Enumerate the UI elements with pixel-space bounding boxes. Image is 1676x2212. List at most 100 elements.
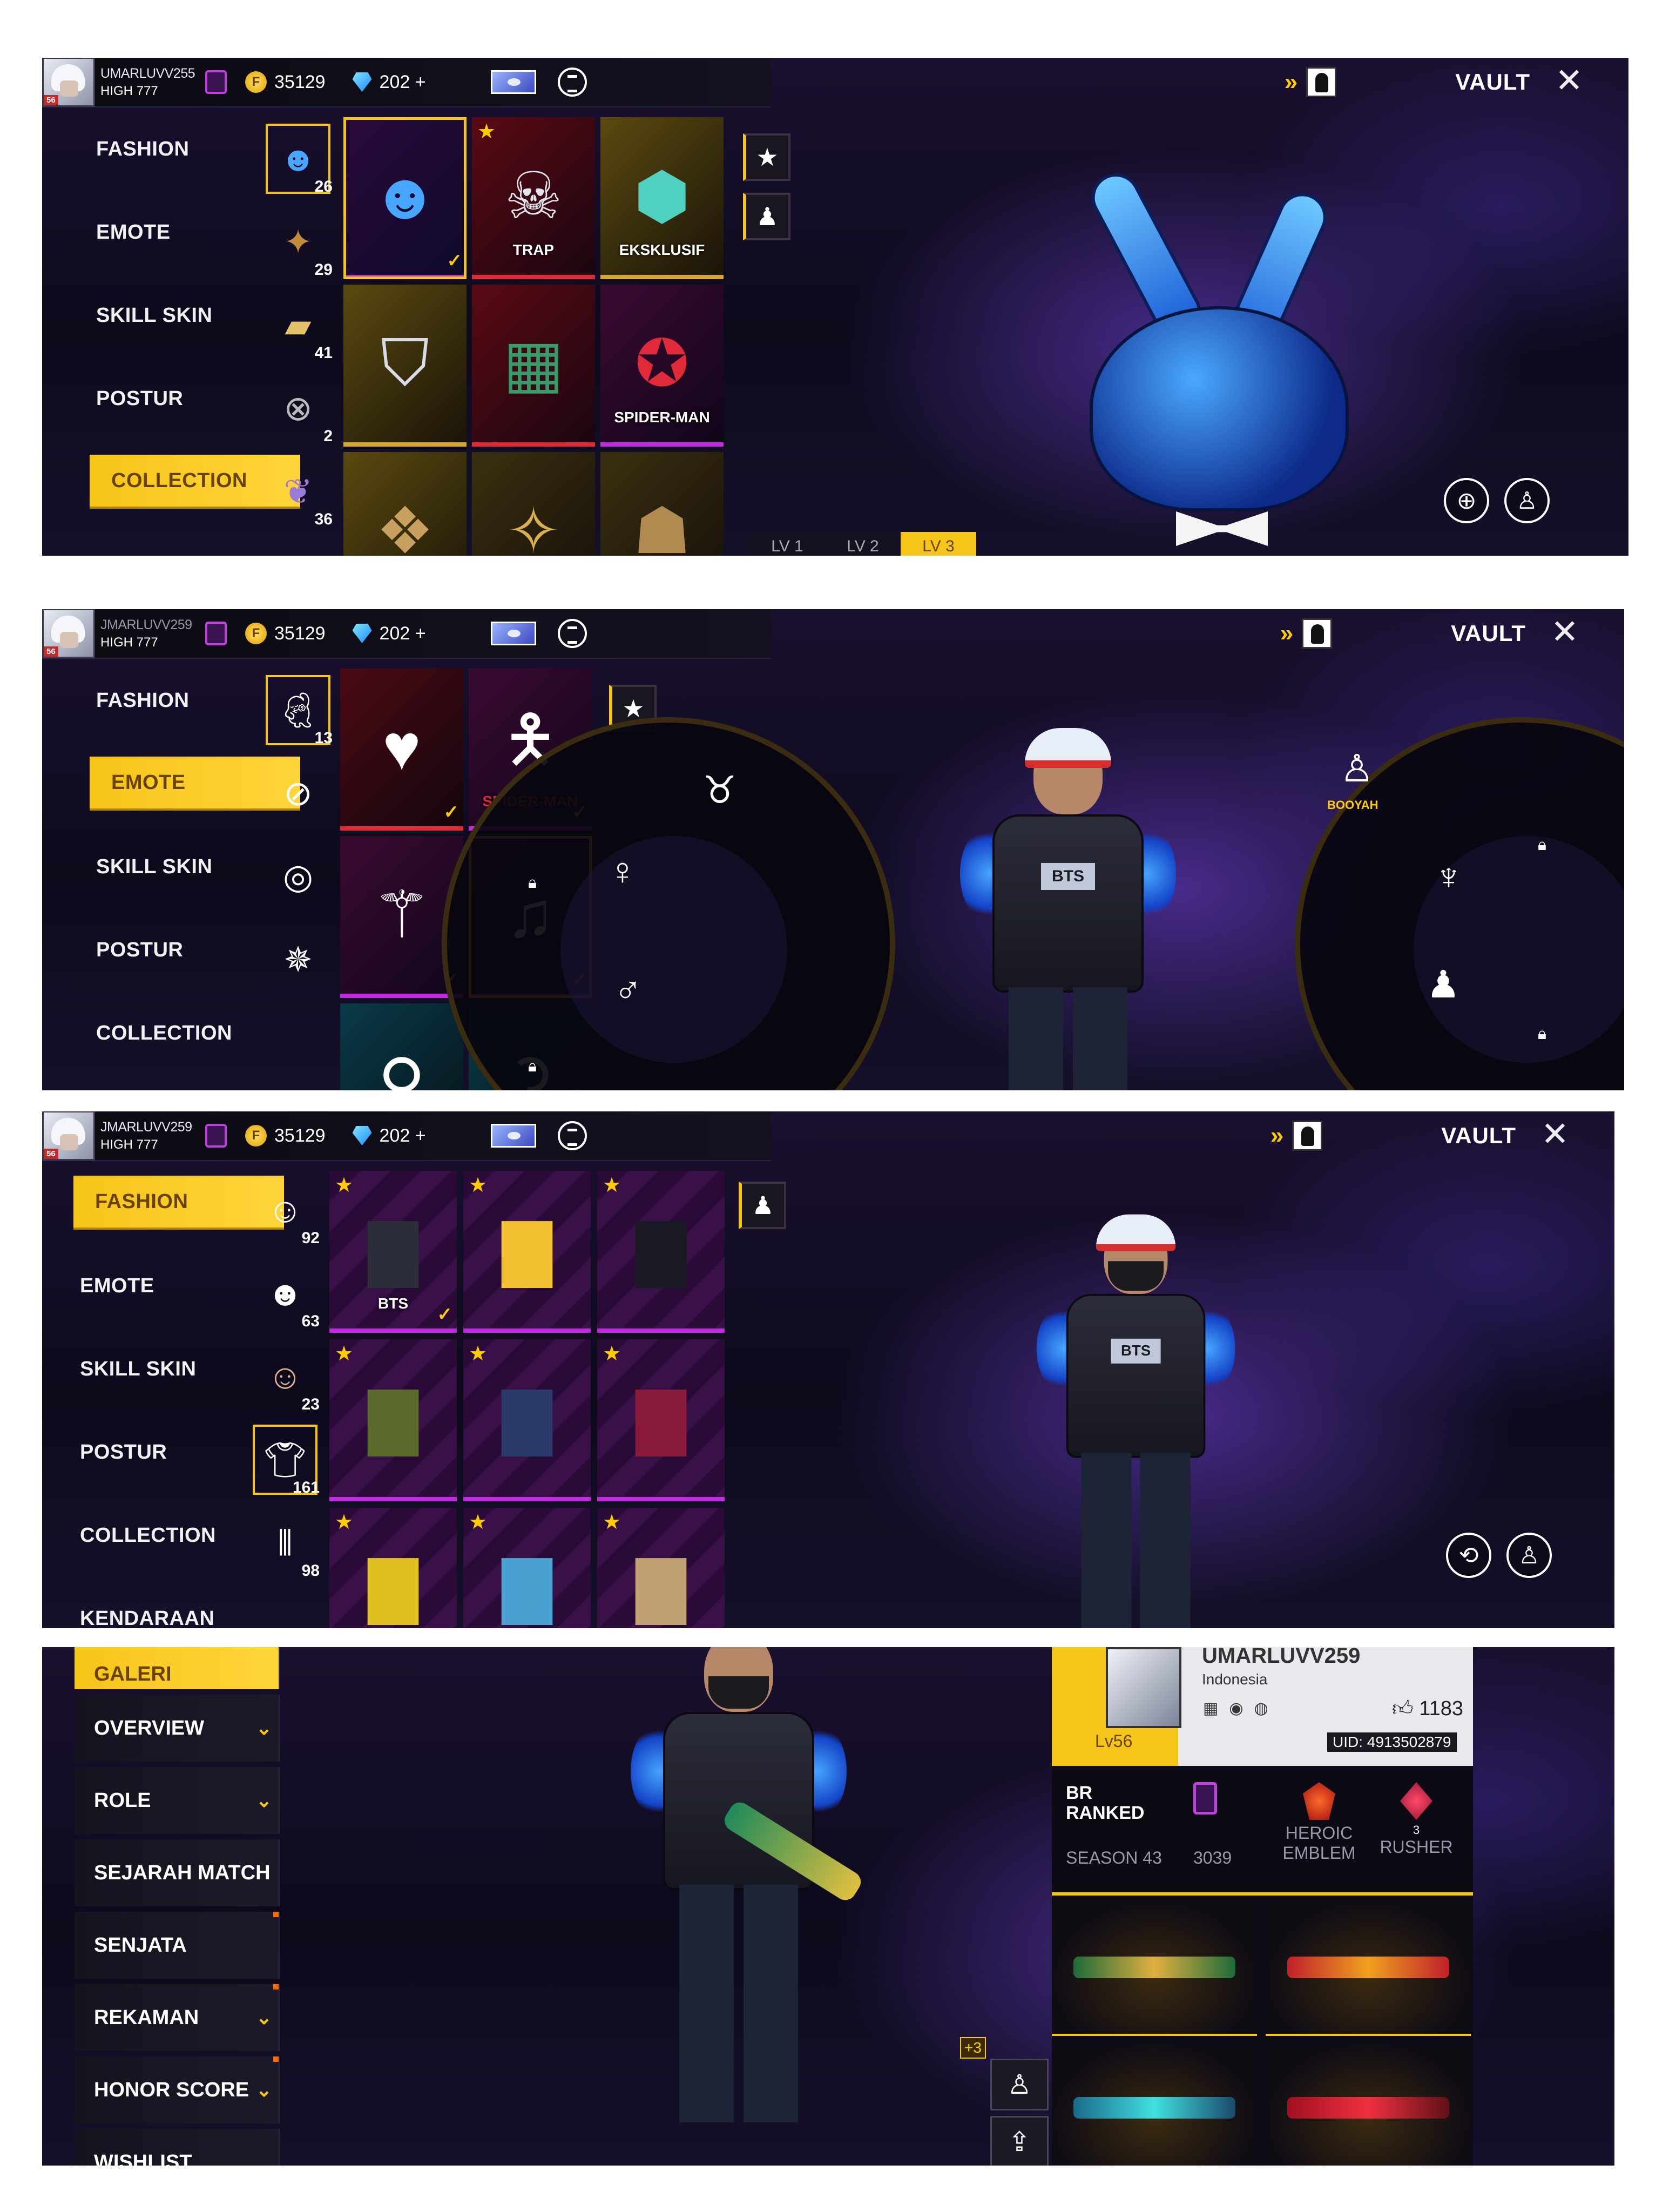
- subcategory-item[interactable]: ☻ 63: [247, 1252, 323, 1335]
- item-tile[interactable]: ⬢ EKSKLUSIF: [600, 117, 724, 279]
- menu-skill-skin[interactable]: SKILL SKIN: [42, 274, 258, 357]
- menu-postur[interactable]: POSTUR: [42, 357, 258, 440]
- outfit-button[interactable]: ♟: [743, 193, 790, 240]
- subcategory-item[interactable]: ☺ 92: [247, 1169, 323, 1252]
- menu-role[interactable]: ROLE ⌄: [75, 1767, 280, 1834]
- uid-text[interactable]: UID: 4913502879: [1327, 1732, 1457, 1752]
- menu-overview[interactable]: OVERVIEW ⌄: [75, 1695, 280, 1762]
- menu-skill-skin[interactable]: SKILL SKIN: [42, 1327, 242, 1411]
- emote-slot[interactable]: ♂: [609, 966, 647, 1014]
- avatar[interactable]: 56: [42, 58, 95, 107]
- rank-icon[interactable]: [205, 1124, 227, 1148]
- menu-sejarah-match[interactable]: SEJARAH MATCH: [75, 1839, 280, 1906]
- zoom-in-icon[interactable]: ⊕: [1444, 478, 1489, 523]
- character-view-icon[interactable]: ♙: [1506, 1533, 1552, 1578]
- item-tile[interactable]: ★ ▇: [329, 1339, 457, 1501]
- rotate-phone-icon[interactable]: ⟲: [1446, 1533, 1491, 1578]
- subcategory-item[interactable]: ☺ 23: [247, 1335, 323, 1418]
- item-tile[interactable]: ★ ▇ BTS ✓: [329, 1171, 457, 1333]
- menu-emote[interactable]: EMOTE: [42, 1244, 242, 1327]
- subcategory-item[interactable]: ✵: [260, 918, 336, 1001]
- character-switch-icon[interactable]: [1306, 67, 1337, 97]
- emote-slot[interactable]: ♉︎: [701, 766, 739, 814]
- item-tile[interactable]: ☻ ✓: [343, 117, 467, 279]
- tab-lv1[interactable]: LV 1: [749, 532, 825, 556]
- emote-slot[interactable]: ♙: [1338, 744, 1376, 793]
- menu-skill-skin[interactable]: SKILL SKIN: [42, 825, 258, 908]
- weapon-slot[interactable]: [1266, 2041, 1471, 2166]
- outfit-button[interactable]: ♟: [739, 1182, 786, 1229]
- subcategory-item[interactable]: ⊗ 2: [260, 367, 336, 450]
- close-icon[interactable]: ✕: [1549, 616, 1581, 650]
- item-tile[interactable]: ⛉: [343, 285, 467, 447]
- item-tile[interactable]: ★ ▇: [597, 1171, 725, 1333]
- close-icon[interactable]: ✕: [1553, 64, 1585, 98]
- expand-icon[interactable]: »: [1270, 1124, 1283, 1148]
- menu-postur[interactable]: POSTUR: [42, 908, 258, 992]
- item-tile[interactable]: ★ ☠ TRAP: [472, 117, 595, 279]
- menu-galeri[interactable]: GALERI: [75, 1647, 280, 1689]
- menu-wishlist[interactable]: WISHLIST: [75, 2129, 280, 2166]
- menu-rekaman[interactable]: REKAMAN ⌄: [75, 1984, 280, 2051]
- item-tile[interactable]: ⚲: [340, 1003, 463, 1090]
- item-tile[interactable]: ▦: [472, 285, 595, 447]
- menu-postur[interactable]: POSTUR: [42, 1411, 242, 1494]
- menu-collection[interactable]: COLLECTION: [42, 1494, 242, 1577]
- tab-lv2[interactable]: LV 2: [825, 532, 901, 556]
- menu-emote[interactable]: EMOTE: [42, 191, 258, 274]
- expand-icon[interactable]: »: [1280, 622, 1293, 645]
- membership-card-icon[interactable]: [490, 70, 536, 94]
- membership-card-icon[interactable]: [490, 1124, 536, 1148]
- character-switch-icon[interactable]: [1292, 1121, 1323, 1151]
- item-tile[interactable]: ★ ▇: [463, 1171, 591, 1333]
- favorite-star-button[interactable]: ★: [743, 133, 790, 181]
- menu-honor-score[interactable]: HONOR SCORE ⌄: [75, 2056, 280, 2123]
- item-tile[interactable]: ♥ ✓: [340, 669, 463, 831]
- add-friend-icon[interactable]: ♙: [990, 2059, 1049, 2110]
- item-tile[interactable]: ❖: [343, 452, 467, 556]
- weapon-slot[interactable]: [1052, 2041, 1257, 2166]
- weapon-slot[interactable]: [1266, 1901, 1471, 2036]
- item-tile[interactable]: ✪ SPIDER-MAN: [600, 285, 724, 447]
- rank-icon[interactable]: [205, 622, 227, 645]
- emote-slot[interactable]: ♆: [1430, 852, 1468, 901]
- weapon-slot[interactable]: [1052, 1901, 1257, 2036]
- share-icon[interactable]: ⇪: [990, 2116, 1049, 2166]
- subcategory-item[interactable]: ⊘: [260, 752, 336, 835]
- subcategory-item[interactable]: 🕺︎ 13: [260, 669, 336, 752]
- avatar[interactable]: 56: [42, 609, 95, 658]
- item-tile[interactable]: ★ ▇: [597, 1508, 725, 1628]
- item-tile[interactable]: ✧: [472, 452, 595, 556]
- avatar[interactable]: [1106, 1647, 1181, 1728]
- character-icon[interactable]: ♙: [1504, 478, 1550, 523]
- item-tile[interactable]: ★ ▇: [463, 1508, 591, 1628]
- subcategory-item[interactable]: ❦ 36: [260, 450, 336, 533]
- tab-lv3[interactable]: LV 3: [901, 532, 976, 556]
- rewards-icon[interactable]: [557, 1121, 587, 1150]
- item-tile[interactable]: ★ ▇: [329, 1508, 457, 1628]
- menu-fashion[interactable]: FASHION: [42, 659, 258, 742]
- character-switch-icon[interactable]: [1302, 618, 1333, 649]
- membership-card-icon[interactable]: [490, 622, 536, 645]
- emote-slot[interactable]: ♀: [604, 847, 641, 895]
- close-icon[interactable]: ✕: [1539, 1118, 1571, 1152]
- profile-badge-icons[interactable]: ▦◉◍: [1203, 1699, 1279, 1718]
- menu-senjata[interactable]: SENJATA: [75, 1912, 280, 1979]
- avatar[interactable]: 56: [42, 1111, 95, 1161]
- diamond-amount[interactable]: 202 +: [380, 72, 426, 93]
- subcategory-item[interactable]: 👕︎ 161: [247, 1418, 323, 1501]
- menu-collection[interactable]: COLLECTION: [42, 992, 258, 1075]
- subcategory-item[interactable]: ✦ 29: [260, 200, 336, 284]
- diamond-amount[interactable]: 202 +: [380, 623, 426, 644]
- rewards-icon[interactable]: [557, 619, 587, 648]
- emote-slot[interactable]: ♟: [1424, 960, 1462, 1009]
- subcategory-item[interactable]: ⫴ 98: [247, 1501, 323, 1584]
- menu-fashion[interactable]: FASHION: [42, 107, 258, 191]
- item-tile[interactable]: ☗: [600, 452, 724, 556]
- expand-icon[interactable]: »: [1285, 70, 1297, 94]
- menu-kendaraan[interactable]: KENDARAAN: [42, 1577, 242, 1629]
- subcategory-item[interactable]: ◎: [260, 835, 336, 918]
- likes-count[interactable]: 👍︎ 1183: [1392, 1697, 1463, 1721]
- diamond-amount[interactable]: 202 +: [380, 1125, 426, 1147]
- rank-icon[interactable]: [205, 70, 227, 94]
